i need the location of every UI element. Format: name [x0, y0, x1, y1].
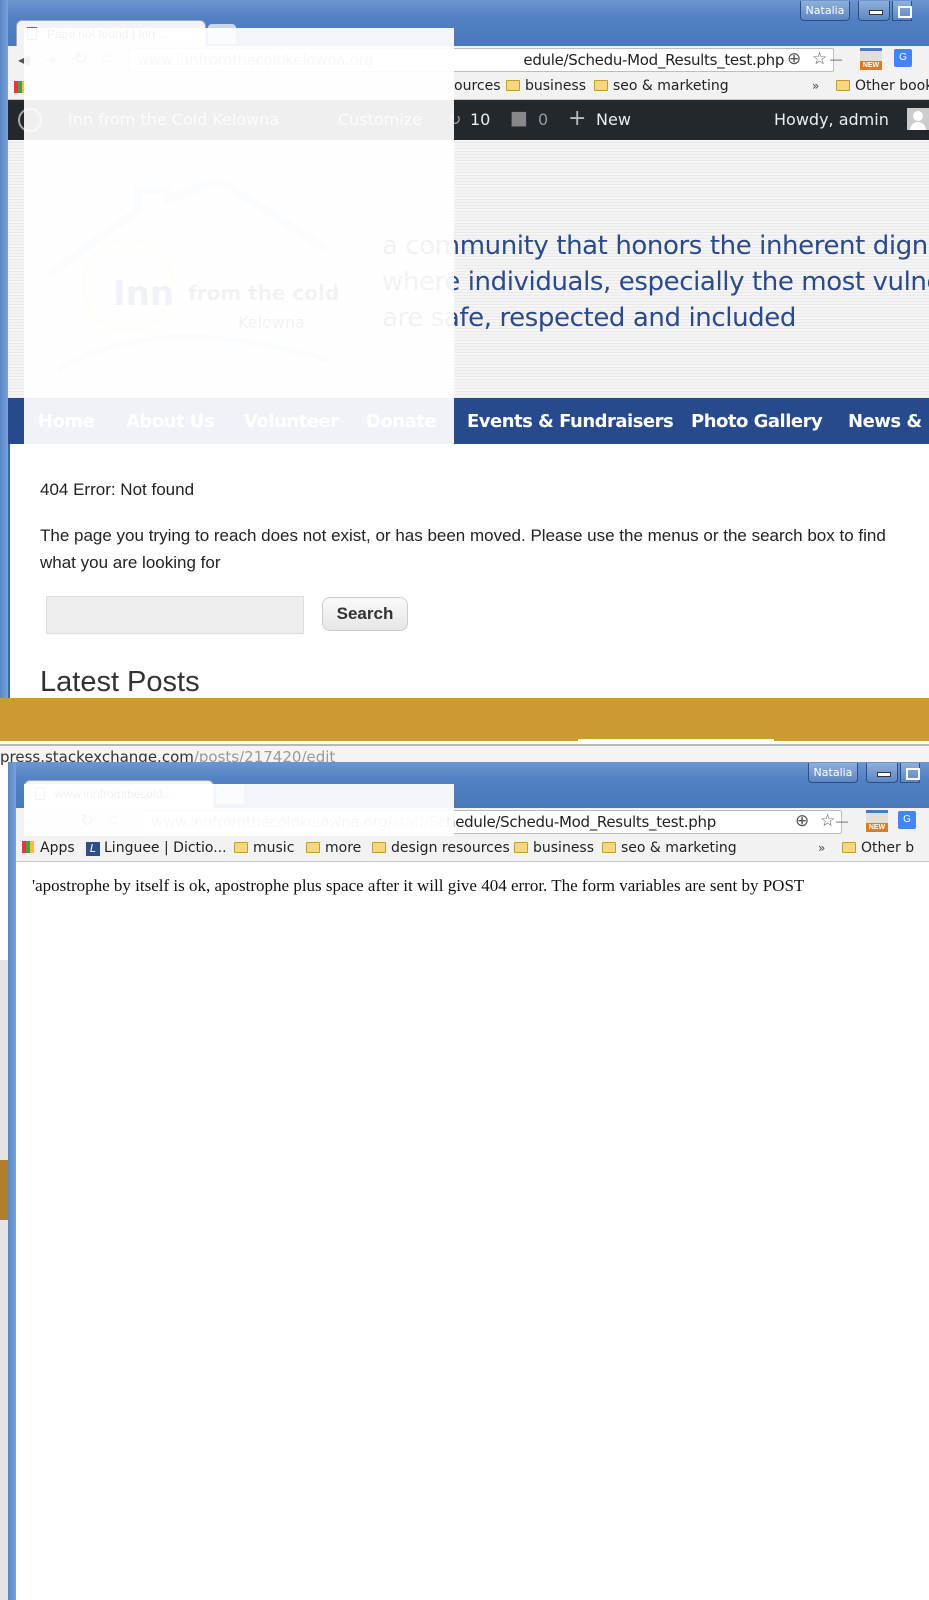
- redaction-overlay: [24, 28, 454, 444]
- bookmarks-bar: Apps L Linguee | Dictio... music more des…: [16, 836, 929, 862]
- extension-new-icon[interactable]: NEW: [860, 48, 882, 70]
- background-tab-sliver: [578, 739, 774, 743]
- background-window-edge: [0, 960, 8, 1600]
- folder-icon: [594, 80, 608, 91]
- page-text: 'apostrophe by itself is ok, apostrophe …: [32, 876, 805, 895]
- url-path: edule/Schedu-Mod_Results_test.php: [523, 51, 785, 69]
- linguee-icon: L: [86, 842, 100, 856]
- extension-new-icon[interactable]: NEW: [866, 810, 888, 832]
- folder-icon: [506, 80, 520, 91]
- google-translate-icon[interactable]: G: [898, 811, 916, 829]
- search-input[interactable]: [46, 596, 304, 634]
- apps-icon: [22, 841, 34, 853]
- maximize-button[interactable]: [900, 763, 920, 783]
- bookmarks-overflow-chevron[interactable]: »: [818, 841, 825, 855]
- folder-icon: [842, 842, 856, 853]
- error-title: 404 Error: Not found: [40, 480, 195, 499]
- other-bookmarks[interactable]: Other b: [842, 840, 914, 856]
- folder-icon: [514, 842, 528, 853]
- window-frame: [0, 0, 8, 698]
- url-path: hedule/Schedu-Mod_Results_test.php: [446, 813, 716, 831]
- new-content-link[interactable]: New: [596, 110, 631, 129]
- folder-icon: [372, 842, 386, 853]
- comments-icon[interactable]: ■: [510, 107, 528, 129]
- latest-posts-heading: Latest Posts: [40, 666, 200, 698]
- profile-button[interactable]: Natalia: [800, 1, 850, 21]
- folder-icon: [306, 842, 320, 853]
- redaction-overlay: [24, 784, 454, 836]
- zoom-icon[interactable]: ⊕: [795, 811, 809, 831]
- avatar[interactable]: [907, 108, 929, 130]
- bookmark-design-resources[interactable]: design resources: [372, 840, 510, 856]
- minimize-button[interactable]: [858, 1, 890, 21]
- window-frame-left: [8, 863, 16, 1600]
- bookmark-apps[interactable]: Apps: [22, 840, 75, 856]
- bookmarks-overflow-chevron[interactable]: »: [812, 79, 819, 93]
- page-content: 404 Error: Not found The page you trying…: [8, 444, 929, 698]
- comments-count[interactable]: 0: [538, 110, 548, 129]
- profile-button[interactable]: Natalia: [808, 763, 858, 783]
- nav-photo-gallery[interactable]: Photo Gallery: [691, 411, 823, 432]
- search-button[interactable]: Search: [322, 597, 408, 631]
- nav-news[interactable]: News &: [848, 411, 922, 432]
- bookmark-star-icon[interactable]: ☆: [812, 49, 827, 69]
- bookmark-business[interactable]: business: [506, 78, 586, 94]
- bookmark-business[interactable]: business: [514, 840, 594, 856]
- bookmark-linguee[interactable]: L Linguee | Dictio...: [86, 840, 227, 856]
- bookmark-star-icon[interactable]: ☆: [820, 811, 835, 831]
- howdy-admin[interactable]: Howdy, admin: [774, 110, 889, 129]
- site-tagline: a community that honors the inherent dig…: [382, 231, 929, 333]
- new-plus-icon[interactable]: +: [568, 106, 586, 131]
- bookmark-seo-marketing[interactable]: seo & marketing: [602, 840, 737, 856]
- extension-help-icon[interactable]: ―: [830, 52, 842, 66]
- updates-count[interactable]: 10: [470, 110, 490, 129]
- zoom-icon[interactable]: ⊕: [787, 49, 801, 69]
- bookmark-music[interactable]: music: [234, 840, 294, 856]
- error-message: The page you trying to reach does not ex…: [40, 526, 886, 572]
- background-gold-band: [0, 698, 929, 741]
- bookmark-design-resources-tail[interactable]: ources: [454, 78, 501, 94]
- folder-icon: [836, 80, 850, 91]
- nav-events-fundraisers[interactable]: Events & Fundraisers: [467, 411, 674, 432]
- top-browser-window: Natalia Page not found | Inn ... ◀ ➜ ↻ ⌂…: [0, 0, 929, 698]
- background-gold-edge: [0, 1160, 8, 1220]
- google-translate-icon[interactable]: G: [894, 49, 912, 67]
- maximize-button[interactable]: [892, 1, 912, 21]
- extension-help-icon[interactable]: ―: [836, 814, 848, 828]
- bookmark-more[interactable]: more: [306, 840, 361, 856]
- bookmark-seo-marketing[interactable]: seo & marketing: [594, 78, 729, 94]
- page-body: 'apostrophe by itself is ok, apostrophe …: [16, 863, 929, 1600]
- folder-icon: [234, 842, 248, 853]
- minimize-button[interactable]: [866, 763, 898, 783]
- folder-icon: [602, 842, 616, 853]
- other-bookmarks[interactable]: Other bookmarks: [836, 78, 929, 94]
